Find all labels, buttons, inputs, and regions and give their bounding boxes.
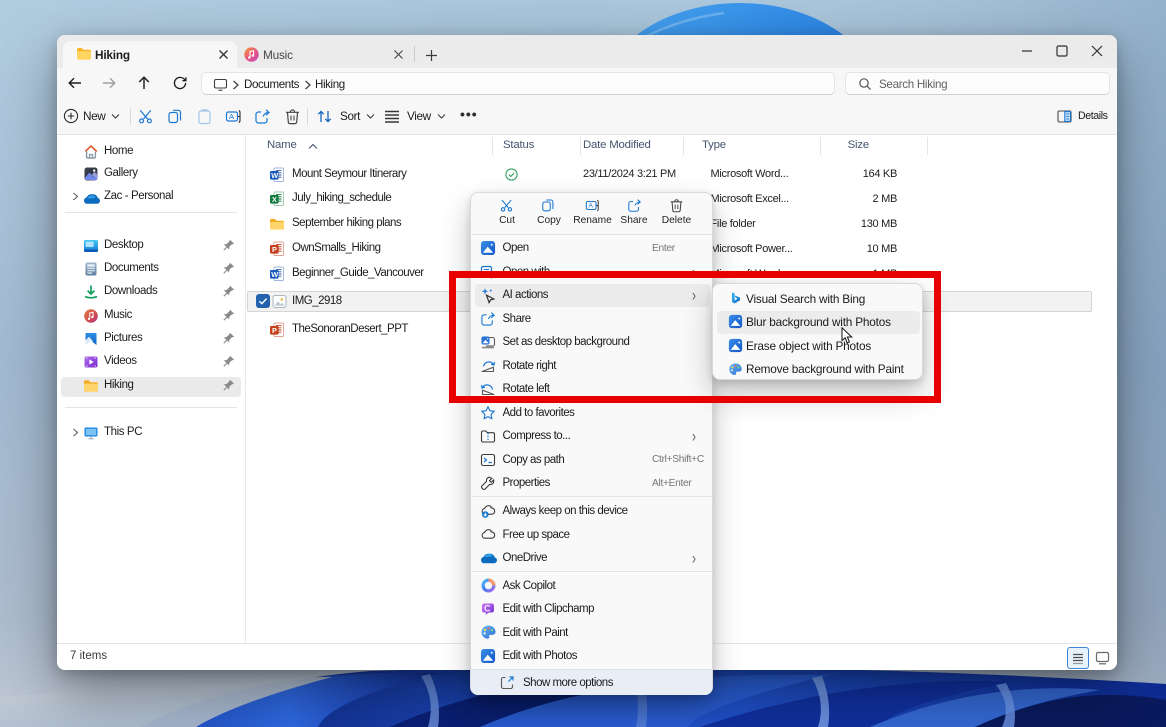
svg-text:A: A (229, 112, 234, 121)
svg-text:A: A (589, 203, 594, 210)
